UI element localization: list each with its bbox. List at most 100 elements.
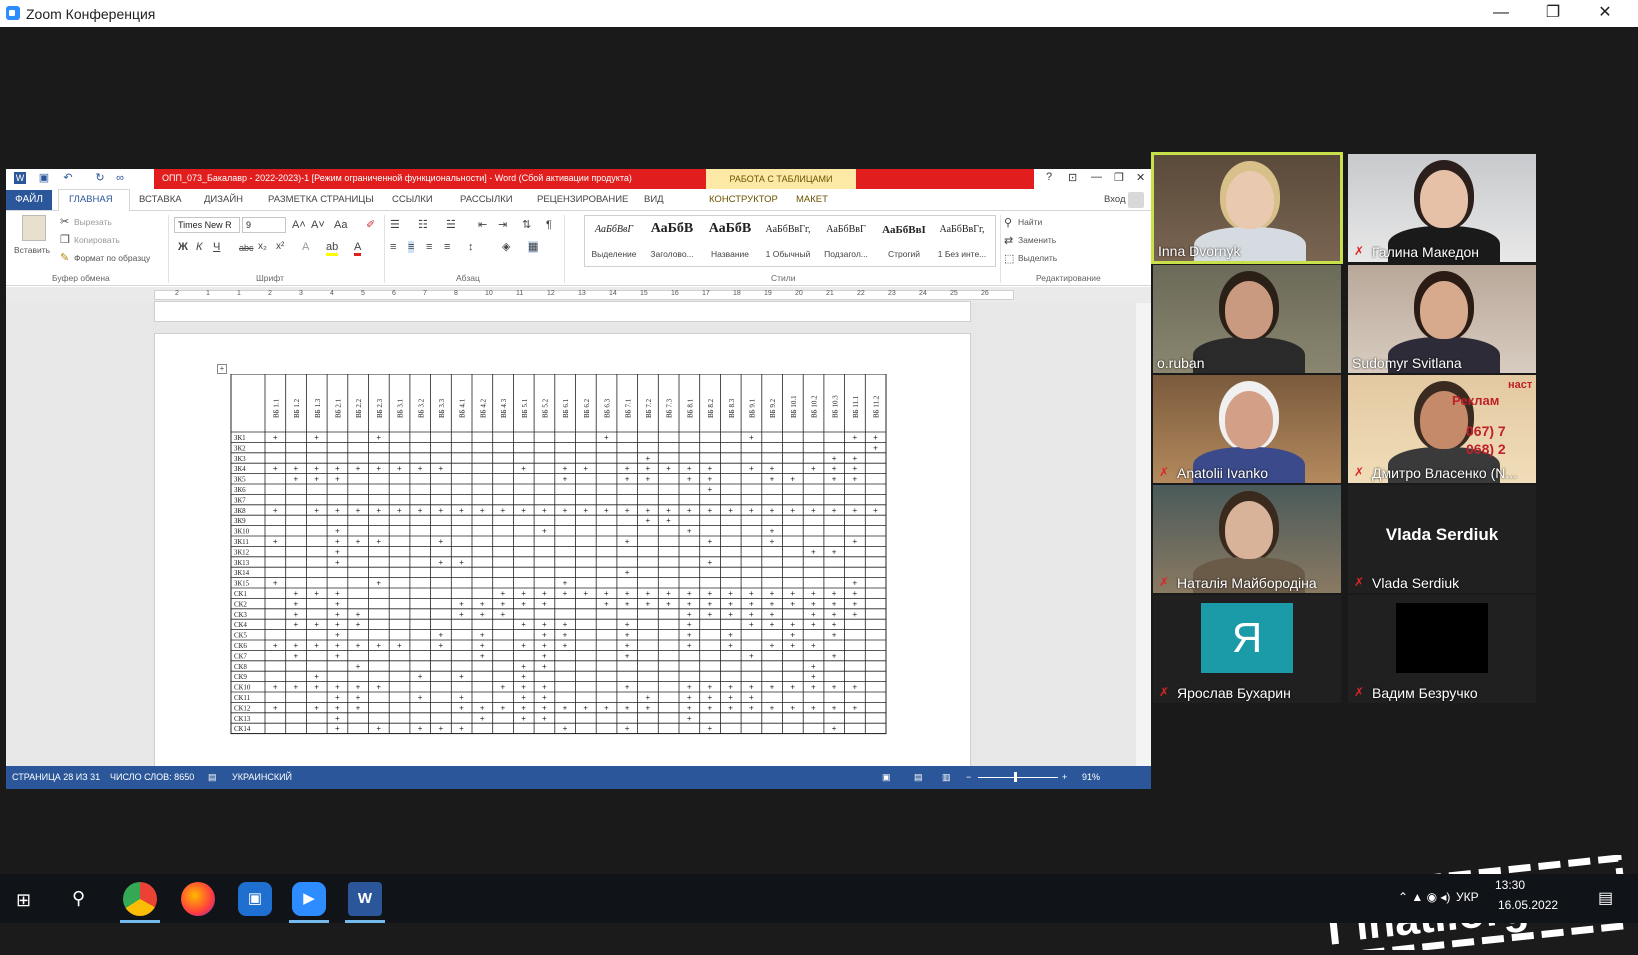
clock-date[interactable]: 16.05.2022 <box>1498 898 1558 912</box>
replace-icon[interactable]: ⇄ <box>1004 235 1013 247</box>
clock-time[interactable]: 13:30 <box>1495 878 1525 892</box>
bold-button[interactable]: Ж <box>178 241 188 253</box>
sort-icon[interactable]: ⇅ <box>522 219 531 231</box>
align-right-icon[interactable]: ≡ <box>426 241 432 253</box>
input-language[interactable]: УКР <box>1456 890 1479 904</box>
tab-view[interactable]: ВИД <box>644 194 664 205</box>
restore-button[interactable]: ❐ <box>1528 1 1578 25</box>
close-button[interactable]: ✕ <box>1580 1 1630 25</box>
font-size-combo[interactable]: 9 <box>242 217 286 233</box>
style-emphasis-preview[interactable]: АаБбВвГ <box>585 224 643 235</box>
style-normal-preview[interactable]: АаБбВвГг, <box>759 224 817 235</box>
style-nospacing-preview[interactable]: АаБбВвГг, <box>933 224 991 235</box>
align-left-icon[interactable]: ≡ <box>390 241 396 253</box>
word-minimize[interactable]: — <box>1091 171 1102 183</box>
notifications-icon[interactable]: ▤ <box>1598 888 1613 908</box>
decrease-indent-icon[interactable]: ⇤ <box>478 219 487 231</box>
read-mode-icon[interactable]: ▣ <box>882 772 891 783</box>
find-icon[interactable]: ⚲ <box>1004 217 1012 229</box>
justify-icon[interactable]: ≡ <box>444 241 450 253</box>
pilcrow-icon[interactable]: ¶ <box>546 219 552 231</box>
web-layout-icon[interactable]: ▥ <box>942 772 951 783</box>
zoom-in-icon[interactable]: + <box>1062 772 1067 782</box>
italic-button[interactable]: К <box>196 241 202 253</box>
participant-tile[interactable]: Я ✗ Ярослав Бухарин <box>1153 595 1341 703</box>
sign-in-link[interactable]: Вход <box>1104 194 1126 205</box>
borders-icon[interactable]: ▦ <box>528 241 539 253</box>
style-title[interactable]: Название <box>701 249 759 259</box>
language-status[interactable]: УКРАИНСКИЙ <box>232 772 292 782</box>
undo-icon[interactable]: ↶ <box>62 172 74 184</box>
multilevel-icon[interactable]: ☱ <box>446 219 456 231</box>
help-icon[interactable]: ? <box>1046 171 1052 183</box>
tab-design[interactable]: ДИЗАЙН <box>204 194 243 205</box>
windows-start-icon[interactable]: ⊞ <box>16 890 31 911</box>
table-move-handle[interactable]: + <box>217 364 227 374</box>
align-center-icon[interactable]: ≡ <box>408 241 415 253</box>
participant-tile[interactable]: Vlada Serdiuk ✗ Vlada Serdiuk <box>1348 485 1536 593</box>
paste-icon[interactable] <box>22 215 46 241</box>
chrome-icon[interactable] <box>123 882 157 916</box>
zoom-slider[interactable] <box>978 777 1058 778</box>
replace-button[interactable]: Заменить <box>1018 235 1056 245</box>
tab-insert[interactable]: ВСТАВКА <box>139 194 182 205</box>
text-effects-icon[interactable]: A <box>302 241 309 253</box>
save-icon[interactable]: ▣ <box>38 172 50 184</box>
grow-font-icon[interactable]: A˄ <box>292 219 306 231</box>
select-button[interactable]: Выделить <box>1018 253 1057 263</box>
font-name-combo[interactable]: Times New R <box>174 217 240 233</box>
account-icon[interactable] <box>1128 192 1144 208</box>
format-painter-button[interactable]: Формат по образцу <box>74 253 150 263</box>
style-strong[interactable]: Строгий <box>875 249 933 259</box>
shrink-font-icon[interactable]: A˅ <box>311 219 325 231</box>
tab-table-design[interactable]: КОНСТРУКТОР <box>709 194 778 205</box>
participant-tile[interactable]: Sudomyr Svitlana <box>1348 265 1536 373</box>
firefox-icon[interactable] <box>181 882 215 916</box>
ribbon-display-icon[interactable]: ⊡ <box>1068 171 1077 184</box>
word-close[interactable]: ✕ <box>1136 171 1145 184</box>
search-icon[interactable]: ⚲ <box>72 888 85 909</box>
select-icon[interactable]: ⬚ <box>1004 253 1014 265</box>
zoom-slider-thumb[interactable] <box>1014 772 1017 782</box>
quick-access-icon[interactable]: ∞ <box>114 172 126 184</box>
subscript-button[interactable]: x₂ <box>258 241 267 253</box>
highlight-icon[interactable]: ab <box>326 241 339 256</box>
redo-icon[interactable]: ↻ <box>94 172 106 184</box>
minimize-button[interactable]: — <box>1476 1 1526 25</box>
zoom-level[interactable]: 91% <box>1082 772 1100 782</box>
bullets-icon[interactable]: ☰ <box>390 219 400 231</box>
style-heading[interactable]: Заголово... <box>643 249 701 259</box>
style-emphasis[interactable]: Выделение <box>585 249 643 259</box>
zoom-out-icon[interactable]: − <box>966 772 971 782</box>
shading-icon[interactable]: ◈ <box>502 241 510 253</box>
style-normal[interactable]: 1 Обычный <box>759 249 817 259</box>
style-subtitle[interactable]: Подзагол... <box>817 249 875 259</box>
copy-button[interactable]: Копировать <box>74 235 120 245</box>
style-heading-preview[interactable]: АаБбВ <box>643 221 701 237</box>
superscript-button[interactable]: x² <box>276 241 284 253</box>
strikethrough-button[interactable]: abc <box>239 242 254 254</box>
increase-indent-icon[interactable]: ⇥ <box>498 219 507 231</box>
format-painter-icon[interactable]: ✎ <box>60 252 69 264</box>
participant-tile[interactable]: ✗ Наталія Майбородіна <box>1153 485 1341 593</box>
style-title-preview[interactable]: АаБбВ <box>701 221 759 237</box>
word-count[interactable]: ЧИСЛО СЛОВ: 8650 <box>110 772 194 782</box>
tab-mailings[interactable]: РАССЫЛКИ <box>460 194 513 205</box>
participant-tile[interactable]: ✗ Anatolii Ivanko <box>1153 375 1341 483</box>
paste-button[interactable]: Вставить <box>14 245 50 255</box>
tab-file[interactable]: ФАЙЛ <box>6 190 52 210</box>
participant-tile[interactable]: ✗ Вадим Безручко <box>1348 595 1536 703</box>
tab-review[interactable]: РЕЦЕНЗИРОВАНИЕ <box>537 194 628 205</box>
clear-format-icon[interactable]: ✐ <box>366 219 375 231</box>
participant-tile[interactable]: Реклам 067) 7 068) 2 наст ✗ Дмитро Власенко (… <box>1348 375 1536 483</box>
participant-tile[interactable]: ✗ Галина Македон <box>1348 154 1536 262</box>
tab-table-layout[interactable]: МАКЕТ <box>796 194 828 205</box>
word-taskbar-icon[interactable]: W <box>348 882 382 916</box>
cut-icon[interactable]: ✂ <box>60 216 69 228</box>
cut-button[interactable]: Вырезать <box>74 217 112 227</box>
style-strong-preview[interactable]: АаБбВвІ <box>875 224 933 236</box>
vertical-scrollbar[interactable] <box>1136 303 1151 766</box>
participant-tile[interactable]: o.ruban <box>1153 265 1341 373</box>
change-case-icon[interactable]: Aa <box>334 219 347 231</box>
print-layout-icon[interactable]: ▤ <box>914 772 923 783</box>
